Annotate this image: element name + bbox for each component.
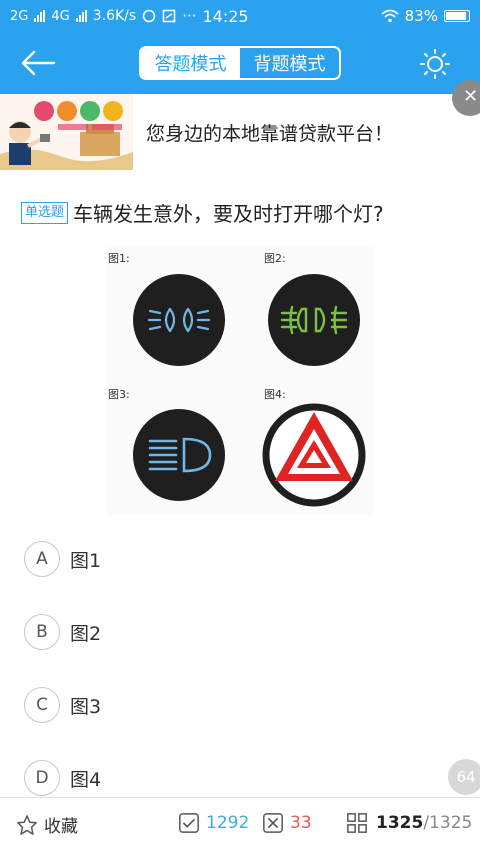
- bottom-bar: 收藏 1292 33 1325 /1325: [0, 797, 480, 853]
- app-notification-icon: [142, 9, 156, 23]
- option-letter: A: [24, 541, 60, 577]
- option-text: 图2: [70, 622, 102, 645]
- option-text: 图3: [70, 695, 102, 718]
- question-grid-button[interactable]: 1325 /1325: [346, 812, 472, 834]
- question-image: 图1: 图2: 图3: 图4:: [106, 247, 374, 515]
- current-question-number: 1325: [376, 813, 424, 833]
- grid-icon: [347, 813, 367, 833]
- star-icon: [17, 814, 37, 835]
- floating-counter-badge[interactable]: 64: [448, 759, 480, 795]
- memorize-mode-tab[interactable]: 背题模式: [240, 48, 339, 78]
- option-a[interactable]: A 图1: [24, 541, 101, 577]
- check-box-icon: [179, 813, 199, 833]
- question-header: 单选题 车辆发生意外，要及时打开哪个灯?: [21, 198, 471, 227]
- signal-icon: [34, 10, 46, 22]
- favorite-button[interactable]: 收藏: [16, 812, 78, 837]
- option-c[interactable]: C 图3: [24, 687, 101, 723]
- option-text: 图4: [70, 768, 102, 791]
- hazard-warning-icon: [262, 403, 366, 507]
- more-notifications: ···: [182, 7, 197, 25]
- battery-icon: [444, 10, 470, 22]
- fog-light-icon: [268, 274, 360, 366]
- ad-close-button[interactable]: ✕: [452, 80, 480, 116]
- notification-box-icon: [162, 9, 176, 23]
- option-text: 图1: [70, 549, 102, 572]
- ad-text: 您身边的本地靠谱贷款平台！: [146, 123, 394, 145]
- correct-count-button[interactable]: 1292: [178, 812, 249, 834]
- status-bar: 2G 4G 3.6K/s ··· 14:25 83%: [0, 0, 480, 32]
- wrong-count-button[interactable]: 33: [262, 812, 312, 834]
- network-2g: 2G: [10, 8, 29, 24]
- back-arrow-icon: [21, 50, 56, 76]
- battery-percent: 83%: [404, 7, 438, 25]
- close-icon: ✕: [463, 86, 479, 107]
- mode-switch: 答题模式 背题模式: [139, 46, 341, 80]
- option-letter: C: [24, 687, 60, 723]
- clock: 14:25: [202, 6, 249, 26]
- correct-count: 1292: [206, 813, 250, 833]
- option-d[interactable]: D 图4: [24, 760, 101, 796]
- option-b[interactable]: B 图2: [24, 614, 101, 650]
- total-questions: /1325: [423, 813, 473, 833]
- brightness-button[interactable]: [418, 48, 452, 80]
- question-type-badge: 单选题: [21, 201, 69, 224]
- question-text: 车辆发生意外，要及时打开哪个灯?: [73, 202, 384, 226]
- signal-icon: [75, 10, 87, 22]
- sun-icon: [420, 49, 450, 79]
- answer-mode-tab[interactable]: 答题模式: [141, 48, 240, 78]
- wifi-icon: [381, 9, 399, 23]
- ad-image: [0, 94, 133, 170]
- high-beam-icon: [133, 409, 225, 501]
- wrong-count: 33: [290, 813, 312, 833]
- app-bar: 答题模式 背题模式: [0, 32, 480, 94]
- x-box-icon: [263, 813, 283, 833]
- network-4g: 4G: [51, 8, 70, 24]
- net-speed: 3.6K/s: [92, 8, 137, 24]
- option-letter: D: [24, 760, 60, 796]
- favorite-label: 收藏: [44, 817, 78, 837]
- back-button[interactable]: [18, 46, 58, 80]
- ad-banner[interactable]: 您身边的本地靠谱贷款平台！: [0, 94, 480, 176]
- position-light-icon: [133, 274, 225, 366]
- option-letter: B: [24, 614, 60, 650]
